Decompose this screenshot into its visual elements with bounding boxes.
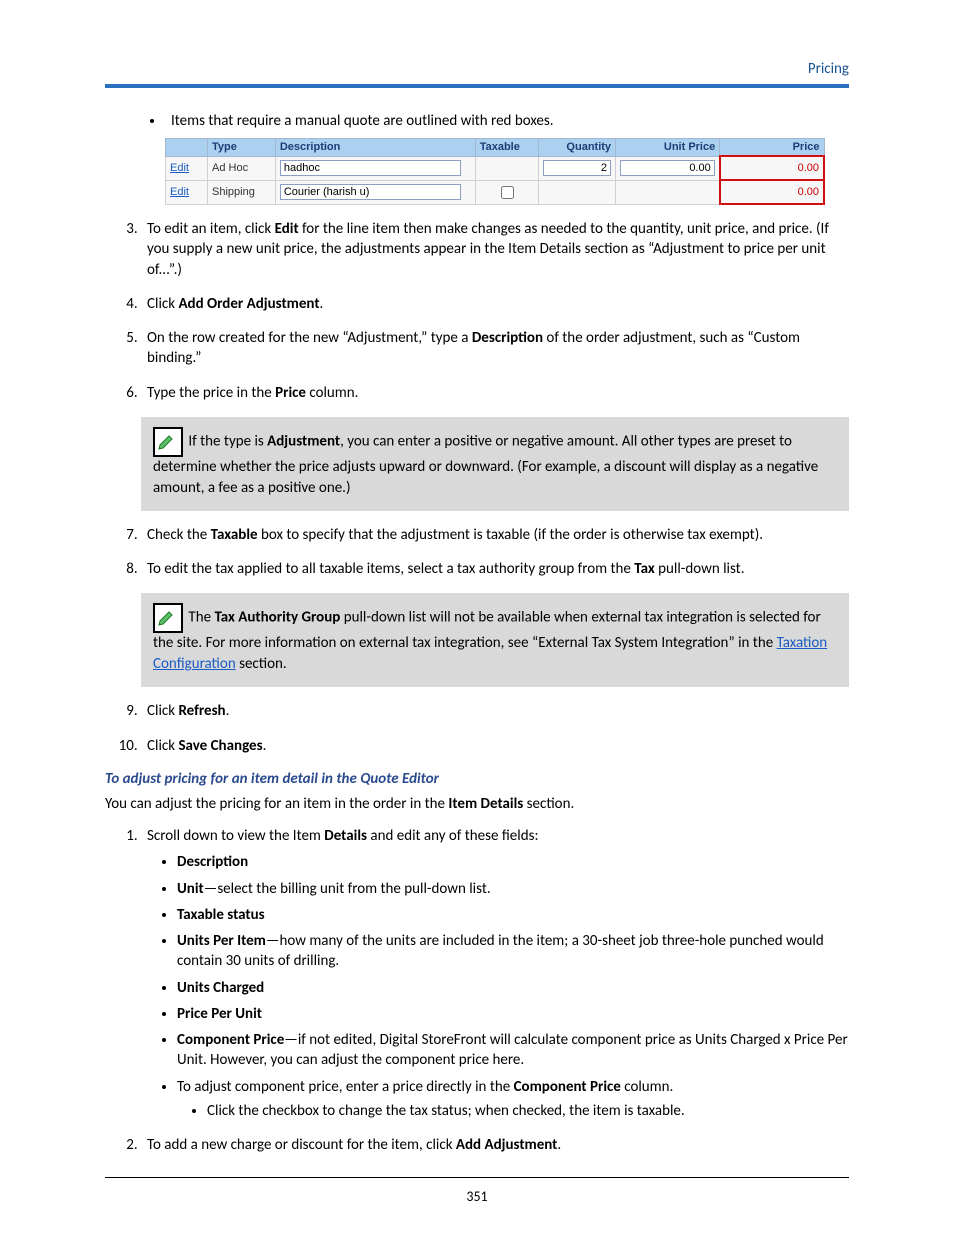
footer-rule: [105, 1177, 849, 1178]
list-item: Units Charged: [177, 978, 849, 998]
step-5: On the row created for the new “Adjustme…: [141, 328, 849, 369]
step-6: Type the price in the Price column.: [141, 383, 849, 403]
line-items-screenshot: Type Description Taxable Quantity Unit P…: [165, 138, 849, 205]
step-4: Click Add Order Adjustment.: [141, 294, 849, 314]
q-step-2: To add a new charge or discount for the …: [141, 1135, 849, 1155]
col-blank: [166, 139, 208, 157]
step-3: To edit an item, click Edit for the line…: [141, 219, 849, 280]
col-quantity: Quantity: [538, 139, 615, 157]
sub-intro-para: You can adjust the pricing for an item i…: [105, 794, 849, 814]
price-cell: 0.00: [720, 156, 824, 180]
col-type: Type: [208, 139, 276, 157]
quantity-cell: [538, 180, 615, 204]
list-item: Description: [177, 852, 849, 872]
taxable-checkbox[interactable]: [501, 186, 514, 199]
page-header: Pricing: [105, 60, 849, 78]
list-item: To adjust component price, enter a price…: [177, 1077, 849, 1122]
page-number: 351: [0, 1188, 954, 1205]
col-price: Price: [720, 139, 824, 157]
step-8: To edit the tax applied to all taxable i…: [141, 559, 849, 579]
description-input[interactable]: [280, 184, 461, 200]
table-row: Edit Ad Hoc 0.00: [166, 156, 825, 180]
header-rule: [105, 84, 849, 88]
table-row: Edit Shipping 0.00: [166, 180, 825, 204]
step-10: Click Save Changes.: [141, 736, 849, 756]
type-cell: Ad Hoc: [208, 156, 276, 180]
edit-link[interactable]: Edit: [170, 162, 189, 174]
type-cell: Shipping: [208, 180, 276, 204]
step-9: Click Refresh.: [141, 701, 849, 721]
unit-price-cell: [616, 180, 720, 204]
taxable-cell: [475, 156, 538, 180]
description-input[interactable]: [280, 160, 461, 176]
q-step-1: Scroll down to view the Item Details and…: [141, 826, 849, 1121]
list-item: Component Price—if not edited, Digital S…: [177, 1030, 849, 1071]
note-tax-authority: The Tax Authority Group pull-down list w…: [141, 593, 849, 687]
note-adjustment: If the type is Adjustment, you can enter…: [141, 417, 849, 511]
pencil-icon: [153, 603, 183, 633]
list-item: Units Per Item—how many of the units are…: [177, 931, 849, 972]
col-description: Description: [275, 139, 475, 157]
price-cell: 0.00: [720, 180, 824, 204]
list-item: Taxable status: [177, 905, 849, 925]
intro-bullet: Items that require a manual quote are ou…: [165, 112, 849, 130]
step-7: Check the Taxable box to specify that th…: [141, 525, 849, 545]
subheading-adjust-pricing: To adjust pricing for an item detail in …: [105, 770, 849, 788]
col-unit-price: Unit Price: [616, 139, 720, 157]
list-item: Click the checkbox to change the tax sta…: [207, 1101, 849, 1121]
pencil-icon: [153, 427, 183, 457]
unit-price-input[interactable]: [620, 160, 715, 176]
quantity-input[interactable]: [543, 160, 611, 176]
edit-link[interactable]: Edit: [170, 186, 189, 198]
list-item: Unit—select the billing unit from the pu…: [177, 879, 849, 899]
header-title: Pricing: [808, 60, 849, 78]
col-taxable: Taxable: [475, 139, 538, 157]
list-item: Price Per Unit: [177, 1004, 849, 1024]
